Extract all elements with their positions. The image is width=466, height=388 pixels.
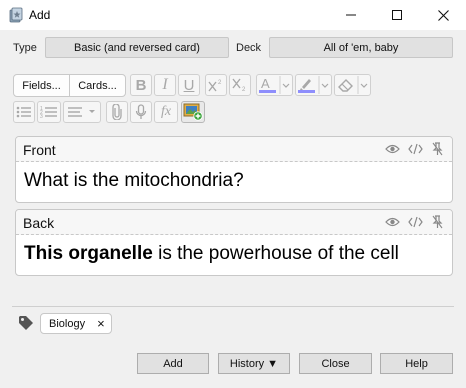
underline-button[interactable]: U	[178, 74, 200, 96]
front-field-header: Front	[16, 137, 452, 162]
eye-icon[interactable]	[385, 215, 400, 229]
back-field-bold-text: This organelle	[24, 243, 153, 264]
pin-icon[interactable]	[431, 215, 444, 229]
svg-text:2: 2	[218, 80, 222, 86]
front-field-text: What is the mitochondria?	[24, 170, 244, 191]
tag-chip[interactable]: Biology ×	[40, 313, 112, 334]
attach-button[interactable]	[106, 101, 128, 123]
align-icon	[68, 107, 95, 117]
bold-icon: B	[135, 76, 147, 94]
paperclip-icon	[112, 104, 122, 120]
back-field-editor[interactable]: This organelle is the powerhouse of the …	[16, 235, 452, 273]
back-field-name: Back	[23, 215, 55, 231]
subscript-button[interactable]: 2	[229, 74, 251, 96]
subscript-icon: 2	[232, 78, 246, 92]
microphone-icon	[135, 104, 147, 119]
title-bar: Add	[0, 0, 466, 30]
pin-icon[interactable]	[431, 142, 444, 156]
type-label: Type	[13, 42, 37, 54]
eraser-icon	[338, 76, 368, 94]
html-editor-icon[interactable]	[408, 215, 423, 229]
cards-button[interactable]: Cards...	[70, 75, 125, 96]
note-type-button[interactable]: Basic (and reversed card)	[45, 37, 229, 58]
deck-label: Deck	[236, 42, 262, 54]
deck-button[interactable]: All of 'em, baby	[269, 37, 453, 58]
underline-icon: U	[183, 76, 195, 94]
close-button[interactable]: Close	[299, 353, 372, 374]
tag-remove-button[interactable]: ×	[97, 316, 105, 331]
bold-button[interactable]: B	[130, 74, 152, 96]
front-field-editor[interactable]: What is the mitochondria?	[16, 162, 452, 200]
tag-label: Biology	[49, 317, 86, 330]
record-audio-button[interactable]	[130, 101, 152, 123]
back-field-header: Back	[16, 210, 452, 235]
italic-icon: I	[162, 76, 168, 93]
maximize-icon[interactable]	[374, 0, 420, 30]
eye-icon[interactable]	[385, 142, 400, 156]
unordered-list-icon	[16, 106, 31, 118]
image-occlusion-icon	[183, 103, 203, 121]
svg-text:3: 3	[40, 114, 43, 119]
front-field-name: Front	[23, 142, 56, 158]
svg-text:2: 2	[242, 87, 246, 92]
front-field: Front What is the mitochondria?	[15, 136, 453, 203]
help-button[interactable]: Help	[380, 353, 453, 374]
close-icon[interactable]	[420, 0, 466, 30]
history-button[interactable]: History ▼	[218, 353, 290, 374]
eraser-button[interactable]	[334, 74, 371, 96]
superscript-button[interactable]: 2	[205, 74, 227, 96]
italic-button[interactable]: I	[154, 74, 176, 96]
back-field: Back This organelle is the powerhouse of…	[15, 209, 453, 276]
unordered-list-button[interactable]	[13, 101, 35, 123]
html-editor-icon[interactable]	[408, 142, 423, 156]
window-title: Add	[29, 8, 51, 22]
back-field-text: is the powerhouse of the cell	[152, 243, 399, 264]
text-color-button[interactable]: A	[256, 74, 293, 96]
highlight-button[interactable]	[295, 74, 332, 96]
fields-button[interactable]: Fields...	[14, 75, 70, 96]
anki-icon	[9, 7, 23, 23]
superscript-icon: 2	[208, 80, 222, 92]
tags-separator	[12, 306, 454, 307]
image-occlusion-button[interactable]	[181, 101, 205, 123]
function-icon: fx	[160, 104, 172, 119]
svg-text:A: A	[261, 76, 270, 91]
text-color-icon: A	[259, 76, 290, 94]
minimize-icon[interactable]	[328, 0, 374, 30]
highlight-icon	[298, 76, 329, 94]
align-button[interactable]	[63, 101, 101, 123]
tag-icon[interactable]	[18, 315, 34, 331]
ordered-list-icon: 1 2 3	[40, 106, 57, 119]
function-button[interactable]: fx	[154, 101, 178, 123]
fields-cards-group: Fields... Cards...	[13, 74, 126, 97]
add-button[interactable]: Add	[137, 353, 209, 374]
ordered-list-button[interactable]: 1 2 3	[37, 101, 61, 123]
